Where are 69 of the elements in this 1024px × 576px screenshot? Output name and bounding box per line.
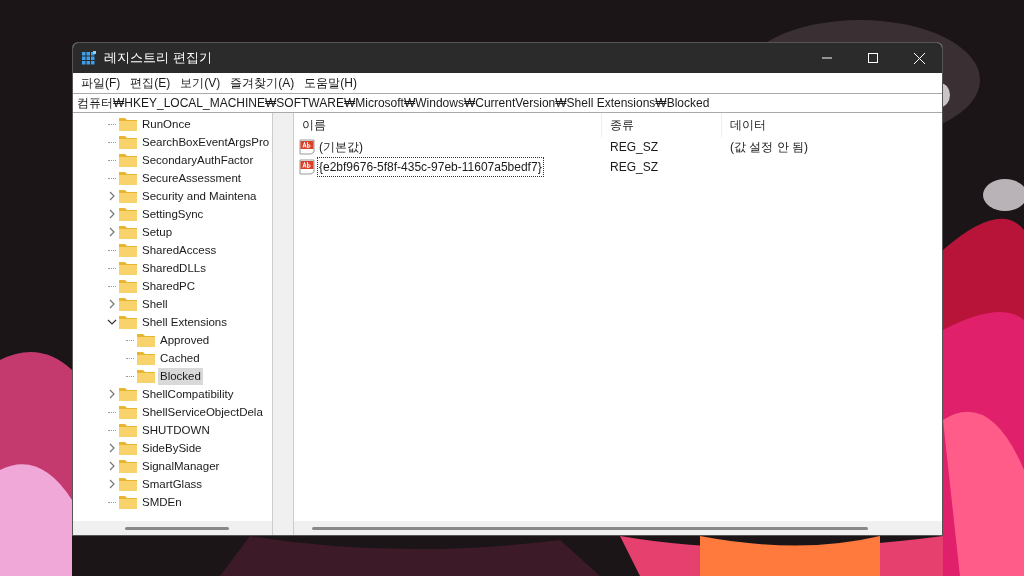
value-data: (값 설정 안 됨) bbox=[729, 139, 808, 156]
chevron-right-icon[interactable] bbox=[108, 389, 116, 399]
tree-item[interactable]: ShellCompatibility bbox=[140, 385, 236, 403]
close-icon bbox=[913, 52, 925, 64]
horizontal-scrollbar[interactable] bbox=[294, 521, 942, 535]
tree-item[interactable]: SharedPC bbox=[140, 277, 198, 295]
address-bar[interactable]: 컴퓨터₩HKEY_LOCAL_MACHINE₩SOFTWARE₩Microsoft₩Windows₩CurrentVersion₩Shell Extensions₩Blocked bbox=[73, 93, 942, 113]
app-icon bbox=[82, 51, 96, 65]
column-header[interactable]: 이름 bbox=[294, 113, 602, 137]
tree-item[interactable]: SecureAssessment bbox=[140, 169, 244, 187]
tree-item[interactable]: SMDEn bbox=[140, 493, 184, 511]
folder-icon bbox=[119, 135, 137, 149]
folder-icon bbox=[119, 495, 137, 509]
folder-icon bbox=[119, 477, 137, 491]
chevron-right-icon[interactable] bbox=[108, 299, 116, 309]
tree-item[interactable]: SHUTDOWN bbox=[140, 421, 212, 439]
folder-icon bbox=[119, 315, 137, 329]
folder-icon bbox=[137, 333, 155, 347]
folder-icon bbox=[119, 225, 137, 239]
string-value-icon bbox=[299, 139, 315, 155]
folder-icon bbox=[119, 459, 137, 473]
value-type: REG_SZ bbox=[609, 139, 659, 156]
folder-icon bbox=[119, 297, 137, 311]
tree-item[interactable]: Blocked bbox=[158, 367, 203, 385]
tree-item[interactable]: RunOnce bbox=[140, 115, 193, 133]
menu-item[interactable]: 도움말(H) bbox=[300, 74, 361, 92]
folder-icon bbox=[119, 405, 137, 419]
folder-icon bbox=[119, 243, 137, 257]
tree-item[interactable]: SharedAccess bbox=[140, 241, 219, 259]
folder-icon bbox=[119, 261, 137, 275]
value-name[interactable]: (기본값) bbox=[317, 137, 365, 157]
tree-item[interactable]: SignalManager bbox=[140, 457, 222, 475]
tree-item[interactable]: SmartGlass bbox=[140, 475, 205, 493]
folder-icon bbox=[119, 171, 137, 185]
folder-icon bbox=[119, 207, 137, 221]
tree-item[interactable]: ShellServiceObjectDela bbox=[140, 403, 265, 421]
tree-item[interactable]: SideBySide bbox=[140, 439, 204, 457]
horizontal-scrollbar[interactable] bbox=[73, 521, 272, 535]
tree-item[interactable]: Cached bbox=[158, 349, 202, 367]
string-value-icon bbox=[299, 159, 315, 175]
menu-item[interactable]: 편집(E) bbox=[126, 74, 175, 92]
menu-item[interactable]: 파일(F) bbox=[77, 74, 125, 92]
folder-icon bbox=[119, 279, 137, 293]
folder-icon bbox=[119, 441, 137, 455]
tree-item[interactable]: Approved bbox=[158, 331, 212, 349]
folder-icon bbox=[119, 117, 137, 131]
value-type: REG_SZ bbox=[609, 159, 659, 176]
folder-icon bbox=[119, 189, 137, 203]
folder-icon bbox=[137, 369, 155, 383]
window-title: 레지스트리 편집기 bbox=[104, 49, 212, 68]
column-header[interactable]: 종류 bbox=[602, 113, 722, 137]
maximize-icon bbox=[868, 53, 878, 63]
value-name[interactable]: {e2bf9676-5f8f-435c-97eb-11607a5bedf7} bbox=[317, 157, 544, 177]
folder-icon bbox=[137, 351, 155, 365]
menu-item[interactable]: 즐겨찾기(A) bbox=[226, 74, 299, 92]
tree-item[interactable]: Shell Extensions bbox=[140, 313, 230, 331]
column-header[interactable]: 데이터 bbox=[722, 113, 766, 137]
tree-item[interactable]: Setup bbox=[140, 223, 175, 241]
chevron-down-icon[interactable] bbox=[107, 318, 117, 326]
tree-item[interactable]: Shell bbox=[140, 295, 170, 313]
tree-item[interactable]: SettingSync bbox=[140, 205, 206, 223]
tree-item[interactable]: SecondaryAuthFactor bbox=[140, 151, 256, 169]
folder-icon bbox=[119, 423, 137, 437]
folder-icon bbox=[119, 387, 137, 401]
tree-item[interactable]: SharedDLLs bbox=[140, 259, 208, 277]
menu-item[interactable]: 보기(V) bbox=[176, 74, 225, 92]
tree-item[interactable]: Security and Maintena bbox=[140, 187, 259, 205]
folder-icon bbox=[119, 153, 137, 167]
tree-item[interactable]: SearchBoxEventArgsPro bbox=[140, 133, 272, 151]
